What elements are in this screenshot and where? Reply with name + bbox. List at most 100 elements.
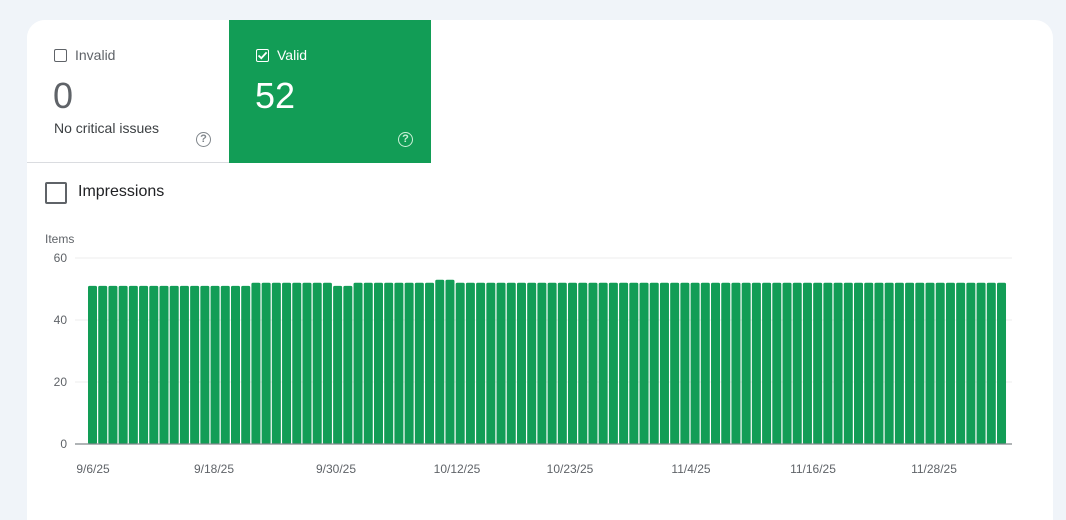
bar xyxy=(353,282,363,444)
bar xyxy=(363,282,373,444)
bar xyxy=(88,285,98,444)
bar xyxy=(384,282,394,444)
bar xyxy=(404,282,414,444)
y-tick-label: 0 xyxy=(60,437,67,451)
bar xyxy=(465,282,475,444)
y-tick-label: 20 xyxy=(54,375,68,389)
x-tick-label: 9/18/25 xyxy=(194,462,234,476)
bar xyxy=(762,282,772,444)
bar xyxy=(476,282,486,444)
bar xyxy=(394,282,404,444)
bar xyxy=(190,285,200,444)
bar xyxy=(537,282,547,444)
help-icon[interactable]: ? xyxy=(196,132,211,147)
bar xyxy=(659,282,669,444)
bar xyxy=(220,285,230,444)
bar xyxy=(343,285,353,444)
invalid-count: 0 xyxy=(53,75,74,116)
bar xyxy=(945,282,955,444)
index-coverage-card: Invalid 0 No critical issues ? Valid 52 … xyxy=(27,20,1053,520)
bar xyxy=(108,285,118,444)
bar xyxy=(527,282,537,444)
bar xyxy=(568,282,578,444)
bar xyxy=(322,282,332,444)
bar xyxy=(435,279,445,444)
bar xyxy=(670,282,680,444)
invalid-checkbox[interactable] xyxy=(54,49,67,62)
bar xyxy=(619,282,629,444)
bar xyxy=(516,282,526,444)
bar xyxy=(557,282,567,444)
bar xyxy=(966,282,976,444)
bar xyxy=(486,282,496,444)
bar xyxy=(455,282,465,444)
bar xyxy=(629,282,639,444)
bar xyxy=(802,282,812,444)
bar xyxy=(200,285,210,444)
x-tick-label: 10/12/25 xyxy=(434,462,481,476)
bar xyxy=(118,285,128,444)
bar xyxy=(333,285,343,444)
bar xyxy=(792,282,802,444)
items-bar-chart: Items 0 20 40 60 9/6/25 9/18/25 9/30/25 10/12/25… xyxy=(45,232,1012,476)
bar xyxy=(649,282,659,444)
bar xyxy=(608,282,618,444)
invalid-label: Invalid xyxy=(75,47,116,63)
bar xyxy=(271,282,281,444)
bar xyxy=(884,282,894,444)
bar xyxy=(414,282,424,444)
y-axis-label: Items xyxy=(45,232,74,246)
bar xyxy=(741,282,751,444)
help-icon[interactable]: ? xyxy=(398,132,413,147)
bar xyxy=(179,285,189,444)
checkmark-icon xyxy=(257,51,268,60)
valid-label: Valid xyxy=(277,47,308,63)
bar xyxy=(864,282,874,444)
bar xyxy=(598,282,608,444)
x-tick-label: 11/16/25 xyxy=(790,462,836,476)
bar xyxy=(210,285,220,444)
bar xyxy=(547,282,557,444)
bar xyxy=(731,282,741,444)
bar xyxy=(700,282,710,444)
bar xyxy=(292,282,302,444)
bar xyxy=(588,282,598,444)
invalid-tile[interactable]: Invalid 0 No critical issues ? xyxy=(27,20,229,163)
y-tick-label: 60 xyxy=(54,251,68,265)
bar xyxy=(711,282,721,444)
invalid-subtitle: No critical issues xyxy=(54,120,160,136)
bar xyxy=(312,282,322,444)
y-tick-label: 40 xyxy=(54,313,68,327)
bar xyxy=(169,285,179,444)
bar xyxy=(721,282,731,444)
bar xyxy=(159,285,169,444)
bar xyxy=(230,285,240,444)
bar xyxy=(894,282,904,444)
bar xyxy=(874,282,884,444)
impressions-checkbox[interactable] xyxy=(45,182,67,204)
bar xyxy=(251,282,261,444)
bar xyxy=(833,282,843,444)
x-tick-label: 11/28/25 xyxy=(911,462,957,476)
bar xyxy=(813,282,823,444)
valid-checkbox[interactable] xyxy=(256,49,269,62)
bar xyxy=(241,285,251,444)
bar xyxy=(925,282,935,444)
x-tick-label: 11/4/25 xyxy=(671,462,710,476)
bar xyxy=(496,282,506,444)
x-tick-label: 10/23/25 xyxy=(547,462,594,476)
bar xyxy=(578,282,588,444)
bar xyxy=(302,282,312,444)
valid-tile[interactable]: Valid 52 ? xyxy=(229,20,431,163)
bar xyxy=(986,282,996,444)
bar xyxy=(915,282,925,444)
bar xyxy=(445,279,455,444)
bar xyxy=(854,282,864,444)
bar xyxy=(997,282,1007,444)
bar xyxy=(782,282,792,444)
bar xyxy=(98,285,108,444)
bar xyxy=(639,282,649,444)
bar xyxy=(956,282,966,444)
bar xyxy=(261,282,271,444)
bar xyxy=(751,282,761,444)
